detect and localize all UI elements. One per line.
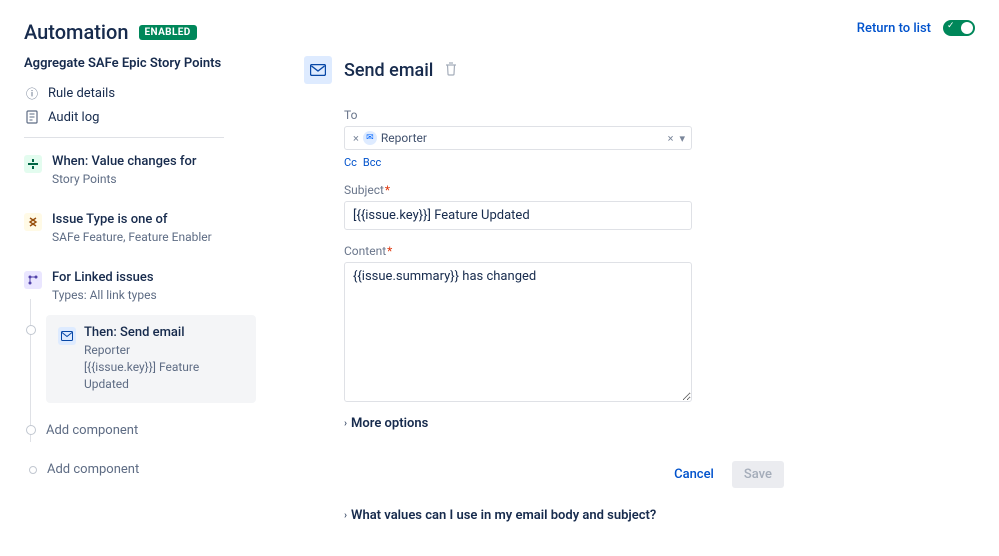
action-card-line2: [{{issue.key}}] Feature Updated [84, 359, 244, 393]
audit-log-link[interactable]: Audit log [24, 105, 256, 129]
action-card-title: Then: Send email [84, 325, 244, 340]
content-textarea[interactable]: {{issue.summary}} has changed [344, 262, 692, 402]
email-form: To × ✉ Reporter × ▾ Cc Bcc Subject Co [344, 108, 692, 431]
return-to-list-link[interactable]: Return to list [857, 21, 931, 36]
content-label: Content [344, 244, 692, 258]
rule-details-link[interactable]: ⓘ Rule details [24, 81, 256, 105]
branch-desc: Types: All link types [52, 287, 256, 304]
outer-add-wrapper: Add component [24, 462, 256, 477]
save-button[interactable]: Save [732, 461, 784, 488]
cc-bcc-row: Cc Bcc [344, 156, 692, 169]
add-component-nested[interactable]: Add component [46, 419, 256, 442]
more-options-expander[interactable]: › More options [344, 416, 692, 431]
trigger-desc: Story Points [52, 171, 256, 188]
enabled-badge: ENABLED [139, 25, 197, 40]
chevron-down-icon[interactable]: ▾ [679, 132, 685, 145]
rule-name[interactable]: Aggregate SAFe Epic Story Points [24, 56, 256, 71]
divider [24, 137, 224, 138]
to-field-controls: × ▾ [668, 132, 685, 145]
cc-link[interactable]: Cc [344, 156, 357, 169]
panel-email-icon [304, 56, 332, 84]
caret-right-icon: › [344, 510, 347, 521]
step-list: When: Value changes for Story Points Iss… [24, 154, 256, 477]
branch-icon [24, 271, 42, 289]
subject-label: Subject [344, 183, 692, 197]
trigger-content: When: Value changes for Story Points [52, 154, 256, 188]
condition-icon [24, 213, 42, 231]
rule-sidebar: Automation ENABLED Aggregate SAFe Epic S… [0, 0, 280, 556]
panel-header: Send email [304, 56, 975, 84]
trigger-title: When: Value changes for [52, 154, 256, 169]
send-email-action-card[interactable]: Then: Send email Reporter [{{issue.key}}… [46, 315, 256, 402]
subject-input[interactable] [344, 201, 692, 230]
action-card-content: Then: Send email Reporter [{{issue.key}}… [84, 325, 244, 392]
trigger-icon [24, 155, 42, 173]
document-icon [24, 109, 40, 125]
clear-all-icon[interactable]: × [668, 132, 674, 145]
recipient-name: Reporter [381, 131, 427, 145]
branch-title: For Linked issues [52, 270, 256, 285]
delete-icon[interactable] [445, 62, 457, 79]
sidebar-header: Automation ENABLED [24, 20, 256, 44]
panel-title: Send email [344, 60, 433, 81]
meta-list: ⓘ Rule details Audit log [24, 81, 256, 129]
automation-title: Automation [24, 20, 129, 44]
to-field[interactable]: × ✉ Reporter × ▾ [344, 126, 692, 150]
top-actions: Return to list [857, 20, 975, 36]
bcc-link[interactable]: Bcc [363, 156, 381, 169]
caret-right-icon: › [344, 418, 347, 429]
branch-step[interactable]: For Linked issues Types: All link types [24, 270, 256, 304]
branch-content: For Linked issues Types: All link types [52, 270, 256, 304]
rule-details-label: Rule details [48, 86, 115, 101]
smart-values-expander[interactable]: › What values can I use in my email body… [344, 508, 692, 523]
recipient-avatar-icon: ✉ [363, 131, 377, 145]
action-step-wrapper: Then: Send email Reporter [{{issue.key}}… [46, 315, 256, 402]
main-panel: Return to list Send email To × ✉ Reporte… [280, 0, 999, 556]
audit-log-label: Audit log [48, 110, 99, 125]
condition-title: Issue Type is one of [52, 212, 256, 227]
action-card-line1: Reporter [84, 342, 244, 359]
help-section: › What values can I use in my email body… [344, 508, 692, 523]
button-row: Cancel Save [344, 461, 784, 488]
to-label: To [344, 108, 692, 122]
condition-step[interactable]: Issue Type is one of SAFe Feature, Featu… [24, 212, 256, 246]
remove-recipient-icon[interactable]: × [353, 132, 359, 145]
recipient-tag: × ✉ Reporter [351, 131, 429, 145]
info-icon: ⓘ [24, 85, 40, 101]
branch-children: Then: Send email Reporter [{{issue.key}}… [46, 315, 256, 441]
trigger-step[interactable]: When: Value changes for Story Points [24, 154, 256, 188]
rule-enabled-toggle[interactable] [943, 20, 975, 36]
condition-content: Issue Type is one of SAFe Feature, Featu… [52, 212, 256, 246]
smart-values-label: What values can I use in my email body a… [351, 508, 656, 523]
add-component-outer[interactable]: Add component [47, 462, 139, 477]
email-icon [58, 327, 76, 345]
more-options-label: More options [351, 416, 428, 431]
cancel-button[interactable]: Cancel [662, 461, 726, 488]
add-dot-icon [29, 466, 37, 474]
condition-desc: SAFe Feature, Feature Enabler [52, 229, 256, 246]
